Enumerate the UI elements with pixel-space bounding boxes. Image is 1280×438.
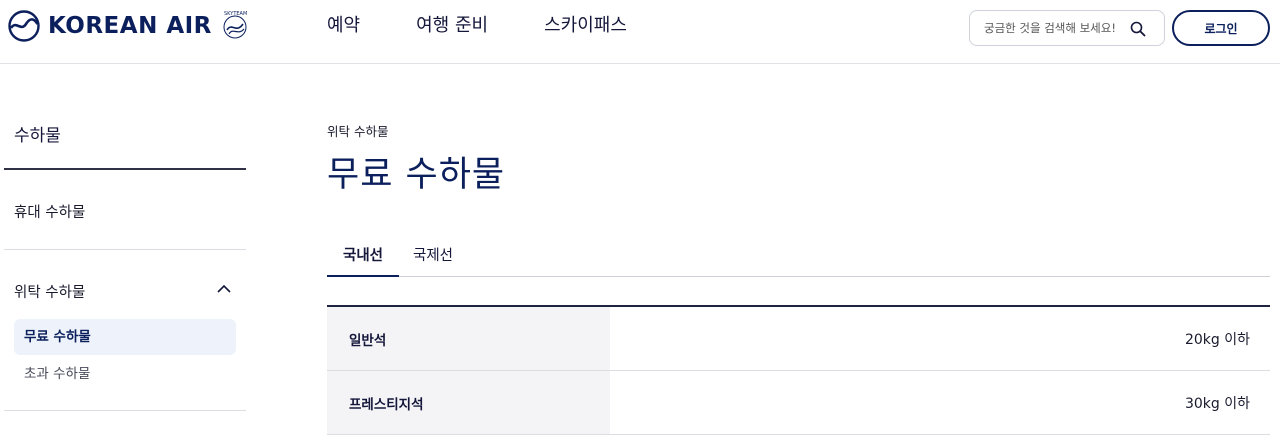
main-nav: 예약 여행 준비 스카이패스	[327, 14, 683, 38]
search-icon[interactable]	[1130, 21, 1146, 37]
sidebar-title-divider	[4, 168, 246, 170]
top-header: KOREAN AIR SKYTEAM 예약 여행 준비 스카이패스 로그인	[0, 0, 1280, 64]
korean-air-taegeuk-icon	[8, 10, 40, 42]
nav-skypass[interactable]: 스카이패스	[544, 14, 627, 38]
sidebar-item-checked-baggage[interactable]: 위탁 수하물	[14, 281, 85, 302]
seat-class-cell: 일반석	[327, 307, 610, 370]
nav-reservation[interactable]: 예약	[327, 14, 360, 38]
tab-international[interactable]: 국제선	[413, 244, 453, 277]
table-row: 일반석 20kg 이하	[327, 307, 1270, 371]
allowance-table: 일반석 20kg 이하 프레스티지석 30kg 이하	[327, 305, 1270, 435]
sidebar-divider	[4, 410, 246, 411]
login-button[interactable]: 로그인	[1172, 10, 1270, 46]
sidebar-item-carry-on[interactable]: 휴대 수하물	[14, 201, 85, 222]
allowance-cell: 30kg 이하	[1184, 395, 1250, 412]
search-box	[969, 10, 1165, 46]
sidebar-subitem-excess-baggage[interactable]: 초과 수하물	[24, 362, 90, 382]
table-row: 프레스티지석 30kg 이하	[327, 371, 1270, 435]
sidebar-divider	[4, 249, 246, 250]
chevron-up-icon[interactable]	[216, 283, 232, 295]
route-tabs: 국내선 국제선	[327, 236, 1270, 277]
page-title: 무료 수하물	[327, 155, 506, 195]
skyteam-label: SKYTEAM	[224, 11, 247, 17]
sidebar-subitem-free-baggage[interactable]: 무료 수하물	[14, 319, 236, 355]
allowance-cell: 20kg 이하	[1184, 331, 1250, 348]
seat-class-cell: 프레스티지석	[327, 371, 610, 434]
logo-text: KOREAN AIR	[48, 13, 212, 39]
search-input[interactable]	[984, 21, 1126, 35]
nav-travel-prep[interactable]: 여행 준비	[416, 14, 488, 38]
korean-air-logo[interactable]: KOREAN AIR SKYTEAM	[8, 8, 252, 44]
skyteam-icon: SKYTEAM	[223, 11, 247, 39]
tab-domestic[interactable]: 국내선	[327, 244, 399, 277]
breadcrumb: 위탁 수하물	[327, 124, 389, 139]
sidebar-title: 수하물	[14, 126, 61, 146]
